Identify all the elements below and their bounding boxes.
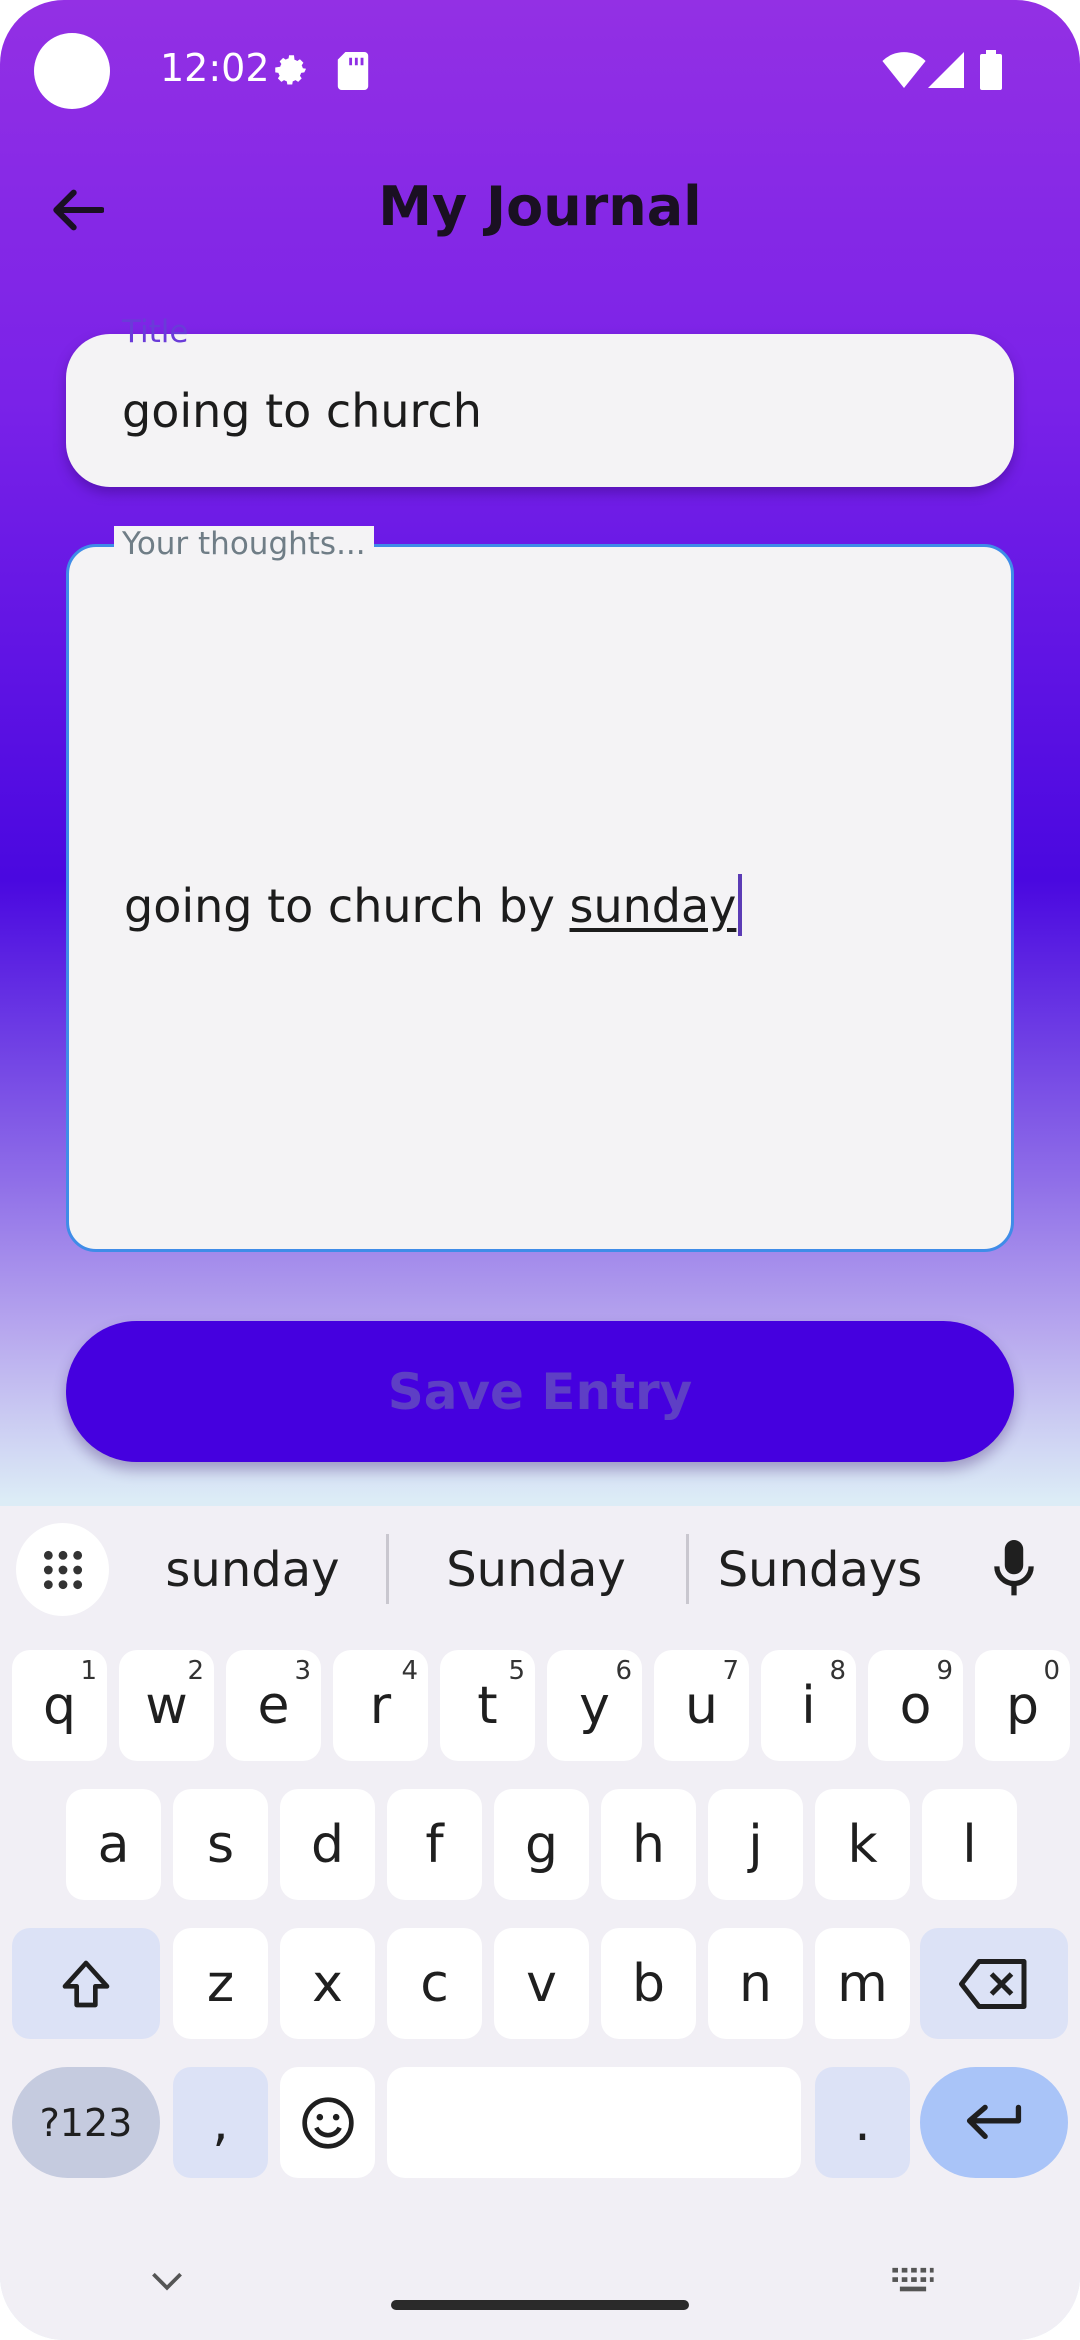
title-field-label: Title [122, 314, 189, 350]
key-label: t [477, 1675, 498, 1736]
settings-gear-icon [270, 50, 312, 96]
hide-keyboard-button[interactable] [150, 2270, 184, 2296]
enter-key[interactable] [920, 2067, 1068, 2178]
key-z[interactable]: z [173, 1928, 268, 2039]
key-hint: 2 [187, 1656, 204, 1686]
key-label: o [899, 1675, 932, 1736]
chevron-down-icon [152, 2272, 182, 2291]
key-g[interactable]: g [494, 1789, 589, 1900]
keyboard-icon [892, 2267, 934, 2292]
key-label: w [145, 1675, 188, 1736]
key-hint: 9 [936, 1656, 953, 1686]
key-n[interactable]: n [708, 1928, 803, 2039]
key-v[interactable]: v [494, 1928, 589, 2039]
key-label: i [801, 1675, 816, 1736]
key-i[interactable]: i8 [761, 1650, 856, 1761]
suggestion-2[interactable]: Sunday [420, 1542, 652, 1598]
key-hint: 4 [401, 1656, 418, 1686]
backspace-icon [959, 1958, 1027, 2009]
page-title: My Journal [378, 175, 702, 238]
status-time: 12:02 [160, 46, 270, 90]
microphone-icon [994, 1540, 1034, 1596]
key-y[interactable]: y6 [547, 1650, 642, 1761]
key-j[interactable]: j [708, 1789, 803, 1900]
key-a[interactable]: a [66, 1789, 161, 1900]
apps-grid-icon [43, 1550, 82, 1589]
home-indicator[interactable] [391, 2300, 689, 2310]
key-k[interactable]: k [815, 1789, 910, 1900]
thoughts-field-label: Your thoughts... [114, 526, 374, 562]
title-input[interactable]: going to church [66, 334, 1014, 487]
key-x[interactable]: x [280, 1928, 375, 2039]
camera-cutout [34, 33, 110, 109]
backspace-key[interactable] [920, 1928, 1068, 2039]
key-label: r [369, 1675, 392, 1736]
key-q[interactable]: q1 [12, 1650, 107, 1761]
key-label: y [579, 1675, 610, 1736]
key-label: p [1005, 1675, 1039, 1736]
wifi-icon [882, 52, 926, 92]
key-hint: 3 [294, 1656, 311, 1686]
key-m[interactable]: m [815, 1928, 910, 2039]
soft-keyboard: sunday Sunday Sundays q1 w2 e3 r4 t5 y6 … [0, 1506, 1080, 2340]
key-label: u [685, 1675, 718, 1736]
key-r[interactable]: r4 [333, 1650, 428, 1761]
thoughts-text-composing: sunday [569, 879, 737, 933]
title-input-value: going to church [122, 384, 482, 438]
suggestion-1[interactable]: sunday [140, 1542, 365, 1598]
thoughts-textarea[interactable]: going to church by sunday [66, 544, 1014, 1252]
key-e[interactable]: e3 [226, 1650, 321, 1761]
battery-icon [980, 50, 1002, 94]
key-hint: 5 [508, 1656, 525, 1686]
key-c[interactable]: c [387, 1928, 482, 2039]
sd-card-icon [337, 52, 369, 94]
key-f[interactable]: f [387, 1789, 482, 1900]
key-t[interactable]: t5 [440, 1650, 535, 1761]
key-hint: 0 [1043, 1656, 1060, 1686]
space-key[interactable] [387, 2067, 801, 2178]
key-label: e [257, 1675, 290, 1736]
suggestion-divider [686, 1534, 689, 1604]
key-w[interactable]: w2 [119, 1650, 214, 1761]
key-h[interactable]: h [601, 1789, 696, 1900]
suggestion-divider [386, 1534, 389, 1604]
key-hint: 7 [722, 1656, 739, 1686]
key-hint: 1 [80, 1656, 97, 1686]
key-p[interactable]: p0 [975, 1650, 1070, 1761]
enter-arrow-icon [966, 2104, 1022, 2139]
key-l[interactable]: l [922, 1789, 1017, 1900]
thoughts-text-committed: going to church by [124, 879, 570, 933]
screen: 12:02 My Journal going to church Title g… [0, 0, 1080, 2340]
switch-keyboard-button[interactable] [890, 2266, 936, 2300]
emoji-key[interactable] [280, 2067, 375, 2178]
shift-arrow-icon [62, 1960, 110, 2007]
status-bar: 12:02 [0, 0, 1080, 140]
thoughts-text: going to church by sunday [124, 874, 743, 936]
shift-key[interactable] [12, 1928, 160, 2039]
voice-input-button[interactable] [984, 1534, 1044, 1604]
period-key[interactable]: . [815, 2067, 910, 2178]
key-hint: 8 [829, 1656, 846, 1686]
suggestion-strip: sunday Sunday Sundays [0, 1506, 1080, 1632]
key-d[interactable]: d [280, 1789, 375, 1900]
keyboard-menu-button[interactable] [16, 1523, 109, 1616]
text-caret [738, 874, 743, 936]
cell-signal-icon [928, 52, 964, 92]
key-u[interactable]: u7 [654, 1650, 749, 1761]
symbols-key[interactable]: ?123 [12, 2067, 160, 2178]
key-label: q [42, 1675, 76, 1736]
key-s[interactable]: s [173, 1789, 268, 1900]
key-o[interactable]: o9 [868, 1650, 963, 1761]
comma-key[interactable]: , [173, 2067, 268, 2178]
emoji-smiley-icon [301, 2096, 354, 2149]
key-b[interactable]: b [601, 1928, 696, 2039]
suggestion-3[interactable]: Sundays [706, 1542, 934, 1598]
save-entry-button[interactable]: Save Entry [66, 1321, 1014, 1462]
key-hint: 6 [615, 1656, 632, 1686]
